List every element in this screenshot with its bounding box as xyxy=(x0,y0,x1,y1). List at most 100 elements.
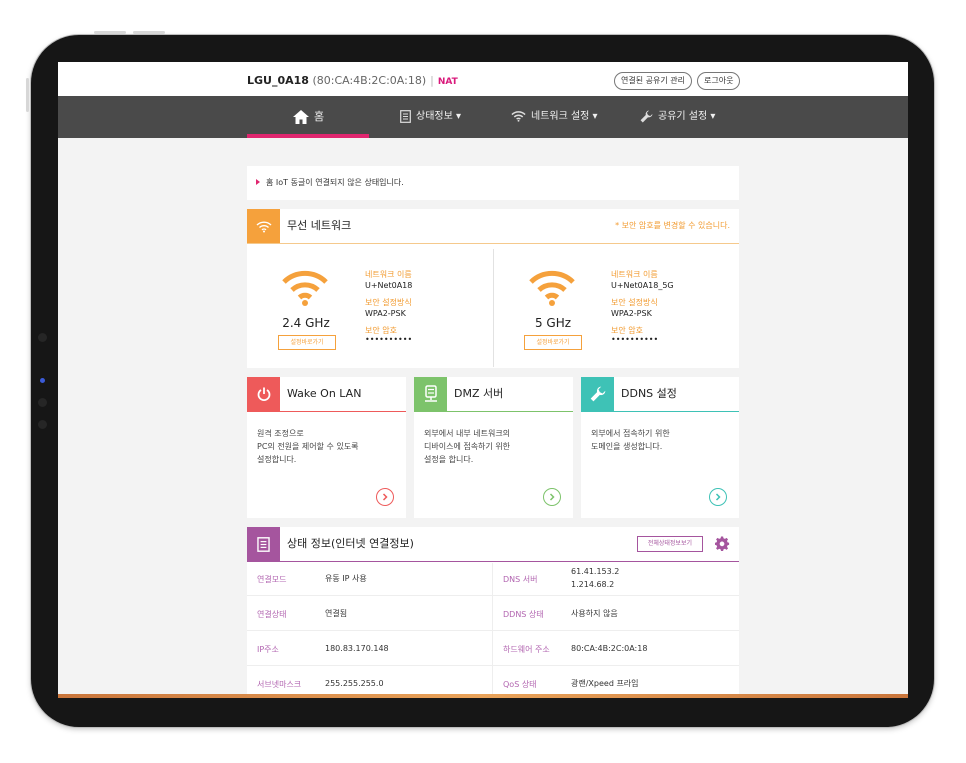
card-header: DDNS 설정 xyxy=(581,377,739,412)
go-arrow-button[interactable] xyxy=(543,488,561,506)
status-row xyxy=(247,631,739,666)
card-title: Wake On LAN xyxy=(287,387,362,400)
wifi-icon xyxy=(511,111,526,122)
network-name-value: U+Net0A18 xyxy=(365,281,413,290)
tablet-side-button xyxy=(26,78,29,112)
card-description: 외부에서 내부 네트워크의 디바이스에 접속하기 위한 설정을 합니다. xyxy=(424,429,511,464)
band-label-5ghz: 5 GHz xyxy=(534,316,572,330)
status-value: 180.83.170.148 xyxy=(325,644,389,653)
password-value: •••••••••• xyxy=(611,335,659,344)
password-value: •••••••••• xyxy=(365,335,413,344)
status-row xyxy=(247,596,739,631)
gear-icon[interactable] xyxy=(715,536,730,551)
mode-badge: NAT xyxy=(437,77,458,87)
document-icon xyxy=(247,527,280,561)
status-value: 61.41.153.2 xyxy=(571,567,620,576)
ssid-name: LGU_0A18 xyxy=(247,74,309,87)
security-mode-value: WPA2-PSK xyxy=(365,309,406,318)
status-header: 상태 정보(인터넷 연결정보) 전체상태정보보기 xyxy=(247,527,739,562)
wireless-header: 무선 네트워크 * 보안 암호를 변경할 수 있습니다. xyxy=(247,209,739,244)
status-value: 광랜/Xpeed 프라임 xyxy=(571,679,639,688)
manage-router-button[interactable]: 연결된 공유기 관리 xyxy=(614,72,692,90)
separator: | xyxy=(430,74,434,87)
network-name-label: 네트워크 이름 xyxy=(365,270,412,279)
status-column-divider xyxy=(492,563,493,698)
document-icon xyxy=(400,109,411,123)
main-nav: 홈 상태정보 ▾ 네트워크 설정 ▾ 공유기 설정 ▾ xyxy=(58,96,908,138)
home-icon xyxy=(293,110,309,124)
status-label: 서브넷마스크 xyxy=(257,680,302,689)
iot-notice: 홈 IoT 동글이 연결되지 않은 상태입니다. xyxy=(247,166,739,200)
security-mode-label: 보안 설정방식 xyxy=(365,298,412,307)
status-label: 하드웨어 주소 xyxy=(503,645,550,654)
chevron-right-icon xyxy=(715,493,721,501)
notice-arrow-icon xyxy=(256,179,260,185)
status-label: IP주소 xyxy=(257,645,279,654)
server-icon xyxy=(414,377,447,411)
status-label: DNS 서버 xyxy=(503,575,538,584)
sensor-dot xyxy=(38,420,47,429)
security-mode-label: 보안 설정방식 xyxy=(611,298,658,307)
chevron-right-icon xyxy=(549,493,555,501)
chevron-right-icon xyxy=(382,493,388,501)
router-admin-screen: LGU_0A18 (80:CA:4B:2C:0A:18) | NAT 연결된 공유기… xyxy=(58,62,908,698)
nav-label: 공유기 설정 ▾ xyxy=(658,111,716,122)
status-value: 사용하지 않음 xyxy=(571,609,618,618)
wireless-title: 무선 네트워크 xyxy=(287,219,352,232)
status-value: 255.255.255.0 xyxy=(325,679,384,688)
status-value: 유동 IP 사용 xyxy=(325,574,367,583)
wifi-signal-icon xyxy=(529,270,575,306)
dmz-server-card[interactable]: DMZ 서버 외부에서 내부 네트워크의 디바이스에 접속하기 위한 설정을 합… xyxy=(414,377,573,518)
go-arrow-button[interactable] xyxy=(376,488,394,506)
sensor-dot xyxy=(38,333,47,342)
card-title: DMZ 서버 xyxy=(454,387,504,400)
security-mode-value: WPA2-PSK xyxy=(611,309,652,318)
card-description: 외부에서 접속하기 위한 도메인을 생성합니다. xyxy=(591,429,670,451)
settings-shortcut-button-5ghz[interactable]: 설정바로가기 xyxy=(524,335,582,350)
card-description: 원격 조정으로 PC의 전원을 제어할 수 있도록 설정합니다. xyxy=(257,429,359,464)
nav-label: 홈 xyxy=(314,110,325,123)
nav-network-settings[interactable]: 네트워크 설정 ▾ xyxy=(511,96,598,138)
status-info-card: 상태 정보(인터넷 연결정보) 전체상태정보보기 연결모드 유동 IP 사용 연… xyxy=(247,527,739,698)
wrench-icon xyxy=(640,110,653,122)
go-arrow-button[interactable] xyxy=(709,488,727,506)
top-bar: LGU_0A18 (80:CA:4B:2C:0A:18) | NAT 연결된 공유기… xyxy=(58,62,908,96)
nav-label: 네트워크 설정 ▾ xyxy=(531,111,598,122)
tablet-top-button xyxy=(133,31,165,34)
card-header: Wake On LAN xyxy=(247,377,406,412)
nav-router-settings[interactable]: 공유기 설정 ▾ xyxy=(640,96,715,138)
status-label: QoS 상태 xyxy=(503,680,537,689)
router-identity: LGU_0A18 (80:CA:4B:2C:0A:18) | NAT xyxy=(247,74,458,87)
nav-active-indicator xyxy=(247,134,369,138)
camera-dot xyxy=(40,378,45,383)
card-title: DDNS 설정 xyxy=(621,387,677,400)
card-header: DMZ 서버 xyxy=(414,377,573,412)
notice-text: 홈 IoT 동글이 연결되지 않은 상태입니다. xyxy=(266,178,404,187)
wifi-icon xyxy=(247,209,280,243)
mac-address: (80:CA:4B:2C:0A:18) xyxy=(312,74,427,87)
status-value: 1.214.68.2 xyxy=(571,580,615,589)
screen-bottom-edge xyxy=(58,694,908,698)
logout-button[interactable]: 로그아웃 xyxy=(697,72,741,90)
ddns-settings-card[interactable]: DDNS 설정 외부에서 접속하기 위한 도메인을 생성합니다. xyxy=(581,377,739,518)
settings-shortcut-button-24ghz[interactable]: 설정바로가기 xyxy=(278,335,336,350)
band-label-24ghz: 2.4 GHz xyxy=(282,316,330,330)
band-divider xyxy=(493,249,494,367)
wifi-signal-icon xyxy=(282,270,328,306)
status-value: 80:CA:4B:2C:0A:18 xyxy=(571,644,648,653)
nav-home[interactable]: 홈 xyxy=(293,96,324,138)
status-value: 연결됨 xyxy=(325,609,348,618)
status-title: 상태 정보(인터넷 연결정보) xyxy=(287,537,414,550)
network-name-label: 네트워크 이름 xyxy=(611,270,658,279)
view-all-status-button[interactable]: 전체상태정보보기 xyxy=(636,536,703,552)
wireless-network-card: 무선 네트워크 * 보안 암호를 변경할 수 있습니다. 2.4 GHz 설정바… xyxy=(247,209,739,368)
status-label: 연결상태 xyxy=(257,610,287,619)
wireless-note: * 보안 암호를 변경할 수 있습니다. xyxy=(615,221,730,230)
nav-label: 상태정보 ▾ xyxy=(416,111,461,122)
wake-on-lan-card[interactable]: Wake On LAN 원격 조정으로 PC의 전원을 제어할 수 있도록 설정… xyxy=(247,377,406,518)
status-label: 연결모드 xyxy=(257,575,287,584)
nav-status[interactable]: 상태정보 ▾ xyxy=(400,96,461,138)
status-label: DDNS 상태 xyxy=(503,610,544,619)
sensor-dot xyxy=(38,398,47,407)
power-icon xyxy=(247,377,280,411)
